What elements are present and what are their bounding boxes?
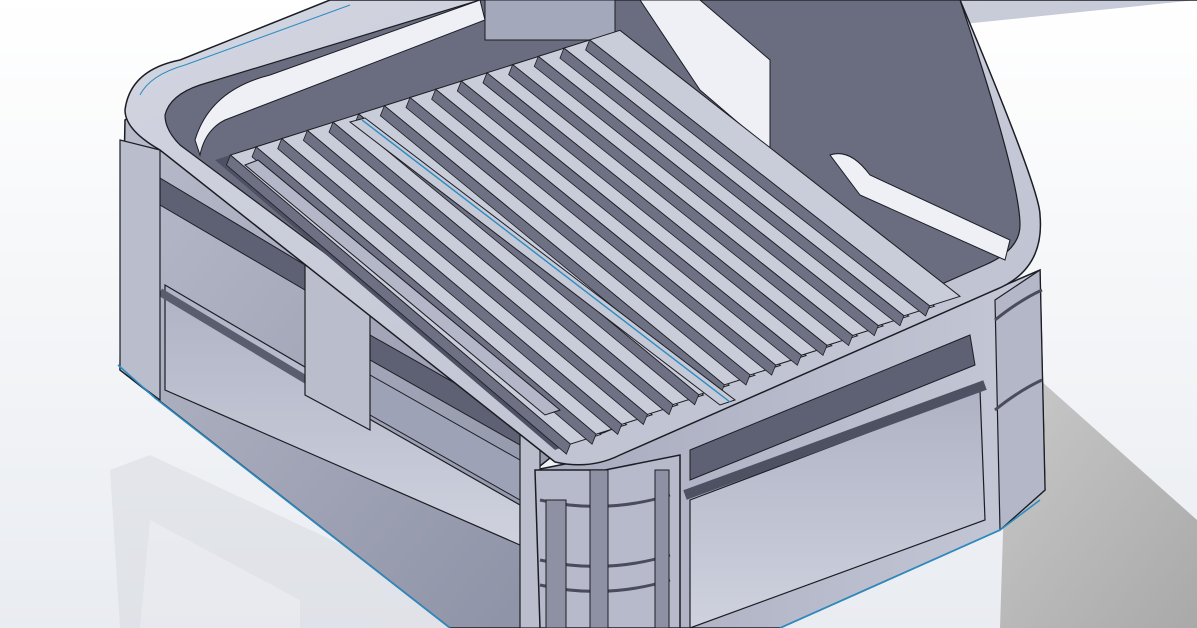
right-end-post [994,268,1046,532]
graphics-viewport[interactable] [0,0,1197,628]
crate-model-canvas[interactable] [0,0,1197,628]
back-divider-block [484,0,616,41]
